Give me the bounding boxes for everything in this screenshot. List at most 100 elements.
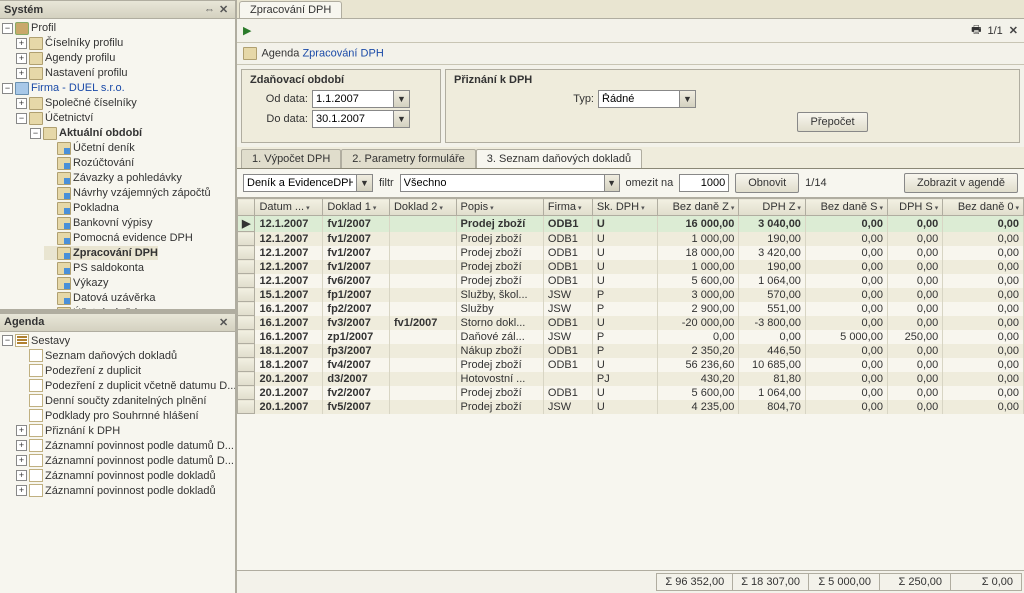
table-row[interactable]: 12.1.2007fv1/2007 Prodej zbožíODB1U 1 00… <box>238 260 1024 274</box>
table-row[interactable]: 18.1.2007fp3/2007 Nákup zbožíODB1P 2 350… <box>238 344 1024 358</box>
expand-icon[interactable]: + <box>16 440 27 451</box>
tree-item[interactable]: Číselníky profilu <box>45 37 123 49</box>
table-row[interactable]: 16.1.2007fp2/2007 SlužbyJSWP 2 900,00551… <box>238 302 1024 316</box>
close-icon[interactable]: ✕ <box>219 316 231 329</box>
source-input[interactable] <box>244 175 356 191</box>
node-spolcis[interactable]: Společné číselníky <box>45 97 137 109</box>
tree-item[interactable]: Přiznání k DPH <box>45 425 120 437</box>
dropdown-icon[interactable]: ▼ <box>393 111 409 127</box>
tree-item[interactable]: Pokladna <box>73 202 119 214</box>
type-select[interactable]: ▼ <box>598 90 696 108</box>
node-aktobd[interactable]: Aktuální období <box>59 127 142 139</box>
close-icon[interactable]: ✕ <box>1009 24 1018 37</box>
table-row[interactable]: ▶ 12.1.2007fv1/2007 Prodej zbožíODB1U 16… <box>238 216 1024 232</box>
filter-input[interactable] <box>401 175 604 191</box>
tree-item[interactable]: Podezření z duplicit <box>45 365 141 377</box>
tree-item[interactable]: Nastavení profilu <box>45 67 128 79</box>
expand-icon[interactable]: + <box>16 470 27 481</box>
date-to-input[interactable] <box>313 111 393 127</box>
table-row[interactable]: 15.1.2007fp1/2007 Služby, škol...JSWP 3 … <box>238 288 1024 302</box>
tab-main[interactable]: Zpracování DPH <box>239 1 342 18</box>
dropdown-icon[interactable]: ▼ <box>393 91 409 107</box>
system-tree[interactable]: − Profil + Číselníky profilu + Agendy profil… <box>0 19 236 309</box>
column-header[interactable]: Doklad 1▾ <box>323 199 390 216</box>
column-header[interactable]: DPH Z▾ <box>739 199 806 216</box>
table-row[interactable]: 12.1.2007fv6/2007 Prodej zbožíODB1U 5 60… <box>238 274 1024 288</box>
expand-icon[interactable]: + <box>16 425 27 436</box>
node-firma[interactable]: Firma - DUEL s.r.o. <box>31 82 125 94</box>
table-row[interactable]: 12.1.2007fv1/2007 Prodej zbožíODB1U 18 0… <box>238 246 1024 260</box>
column-header[interactable]: Bez daně 0▾ <box>943 199 1024 216</box>
limit-input[interactable] <box>679 174 729 192</box>
data-grid[interactable]: Datum ...▾Doklad 1▾Doklad 2▾Popis▾Firma▾… <box>237 198 1024 570</box>
tree-item[interactable]: Záznamní povinnost podle dokladů <box>45 470 216 482</box>
column-header[interactable]: Doklad 2▾ <box>389 199 456 216</box>
show-in-agenda-button[interactable]: Zobrazit v agendě <box>904 173 1018 193</box>
collapse-icon[interactable]: − <box>2 83 13 94</box>
table-row[interactable]: 16.1.2007fv3/2007fv1/2007 Storno dokl...… <box>238 316 1024 330</box>
tree-item[interactable]: Záznamní povinnost podle datumů D... <box>45 455 234 467</box>
column-header[interactable]: Datum ...▾ <box>255 199 323 216</box>
recalc-button[interactable]: Přepočet <box>797 112 867 132</box>
expand-icon[interactable]: + <box>16 98 27 109</box>
table-row[interactable]: 20.1.2007fv2/2007 Prodej zbožíODB1U 5 60… <box>238 386 1024 400</box>
expand-icon[interactable]: + <box>16 38 27 49</box>
pin-icon[interactable]: ⇔ <box>204 4 216 16</box>
tree-item[interactable]: Pomocná evidence DPH <box>73 232 193 244</box>
table-row[interactable]: 18.1.2007fv4/2007 Prodej zbožíODB1U 56 2… <box>238 358 1024 372</box>
node-profil[interactable]: Profil <box>31 22 56 34</box>
expand-icon[interactable]: + <box>16 53 27 64</box>
node-sestavy[interactable]: Sestavy <box>31 335 70 347</box>
tree-item[interactable]: Účetní deník <box>73 142 135 154</box>
column-header[interactable]: Popis▾ <box>456 199 543 216</box>
collapse-icon[interactable]: − <box>16 113 27 124</box>
tree-item[interactable]: PS saldokonta <box>73 262 144 274</box>
dropdown-icon[interactable]: ▼ <box>604 175 619 191</box>
expand-icon[interactable]: + <box>16 68 27 79</box>
table-row[interactable]: 16.1.2007zp1/2007 Daňové zál...JSWP 0,00… <box>238 330 1024 344</box>
column-header[interactable]: DPH S▾ <box>887 199 942 216</box>
column-header[interactable]: Bez daně S▾ <box>805 199 887 216</box>
node-ucetnictvi[interactable]: Účetnictví <box>45 112 93 124</box>
tree-item[interactable]: Zpracování DPH <box>73 247 158 259</box>
tree-item[interactable]: Bankovní výpisy <box>73 217 152 229</box>
close-icon[interactable]: ✕ <box>219 3 231 16</box>
source-select[interactable]: ▼ <box>243 174 373 192</box>
filter-select[interactable]: ▼ <box>400 174 620 192</box>
column-header[interactable]: Firma▾ <box>543 199 592 216</box>
agenda-tree[interactable]: − Sestavy Seznam daňových dokladů Podezřen… <box>0 332 236 593</box>
tree-item[interactable]: Denní součty zdanitelných plnění <box>45 395 206 407</box>
table-row[interactable]: 20.1.2007d3/2007 Hotovostní ...PJ 430,20… <box>238 372 1024 386</box>
tree-item[interactable]: Záznamní povinnost podle datumů D... <box>45 440 234 452</box>
date-to[interactable]: ▼ <box>312 110 410 128</box>
tree-item[interactable]: Výkazy <box>73 277 108 289</box>
subtab[interactable]: 3. Seznam daňových dokladů <box>476 149 642 168</box>
column-header[interactable]: Bez daně Z▾ <box>658 199 739 216</box>
collapse-icon[interactable]: − <box>2 23 13 34</box>
collapse-icon[interactable]: − <box>30 128 41 139</box>
tree-item[interactable]: Návrhy vzájemných zápočtů <box>73 187 211 199</box>
tree-item[interactable]: Seznam daňových dokladů <box>45 350 177 362</box>
tree-item[interactable]: Podezření z duplicit včetně datumu D... <box>45 380 236 392</box>
column-header[interactable]: Sk. DPH▾ <box>592 199 657 216</box>
refresh-button[interactable]: Obnovit <box>735 173 799 193</box>
collapse-icon[interactable]: − <box>2 335 13 346</box>
tree-item[interactable]: Datová uzávěrka <box>73 292 156 304</box>
nav-play-icon[interactable]: ▶ <box>243 24 251 37</box>
crumb-link[interactable]: Zpracování DPH <box>302 47 383 59</box>
tree-item[interactable]: Rozúčtování <box>73 157 134 169</box>
date-from-input[interactable] <box>313 91 393 107</box>
date-from[interactable]: ▼ <box>312 90 410 108</box>
tree-item[interactable]: Podklady pro Souhrnné hlášení <box>45 410 199 422</box>
expand-icon[interactable]: + <box>16 455 27 466</box>
dropdown-icon[interactable]: ▼ <box>356 175 372 191</box>
tree-item[interactable]: Agendy profilu <box>45 52 115 64</box>
table-row[interactable]: 20.1.2007fv5/2007 Prodej zbožíJSWU 4 235… <box>238 400 1024 414</box>
expand-icon[interactable]: + <box>16 485 27 496</box>
print-icon[interactable]: 🖶 <box>971 21 981 40</box>
subtab[interactable]: 1. Výpočet DPH <box>241 149 341 168</box>
tree-item[interactable]: Záznamní povinnost podle dokladů <box>45 485 216 497</box>
subtab[interactable]: 2. Parametry formuláře <box>341 149 475 168</box>
dropdown-icon[interactable]: ▼ <box>679 91 695 107</box>
type-input[interactable] <box>599 91 679 107</box>
